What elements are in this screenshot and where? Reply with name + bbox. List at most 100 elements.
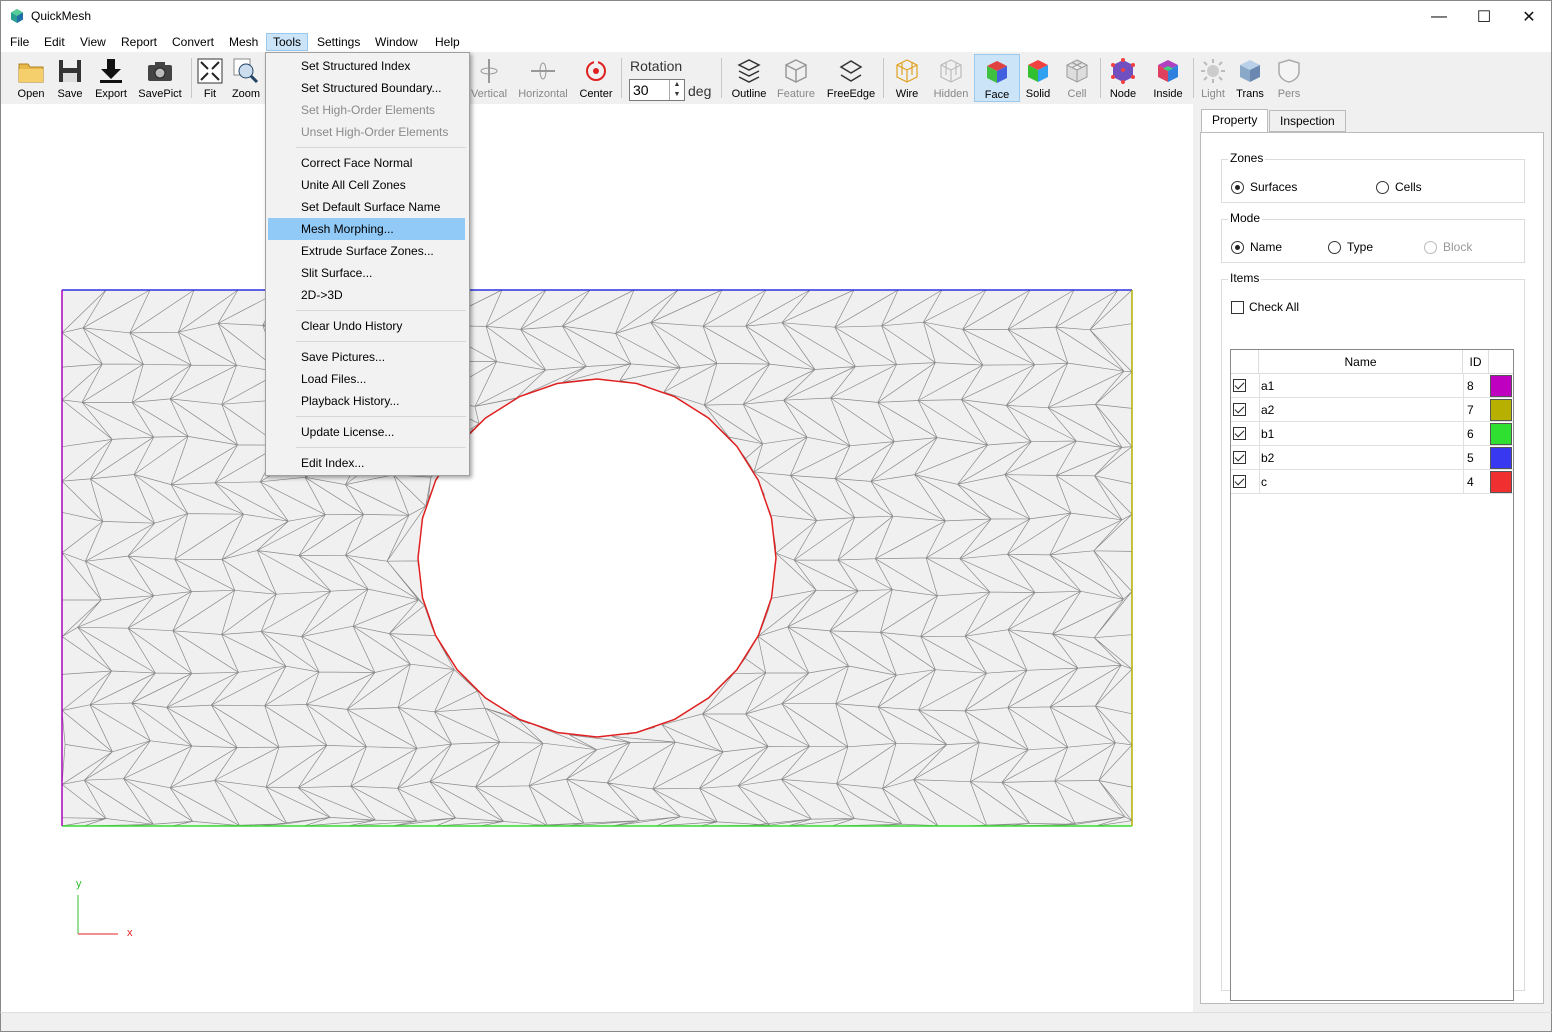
row-checkbox[interactable] [1233,403,1246,416]
center-button[interactable]: Center [575,54,617,102]
row-color-swatch[interactable] [1490,375,1512,397]
menu-file[interactable]: File [4,33,35,51]
hidden-button[interactable]: Hidden [929,54,973,102]
mode-group: Mode Name Type Block [1221,211,1525,263]
face-button[interactable]: Face [974,54,1020,102]
radio-circle[interactable] [1424,240,1437,254]
zones-title: Zones [1228,151,1266,165]
column-header-name[interactable]: Name [1259,350,1463,374]
menu-convert[interactable]: Convert [166,33,220,51]
minimize-button[interactable]: — [1416,1,1462,32]
cell-button[interactable]: Cell [1059,54,1095,102]
radio-surfaces[interactable]: Surfaces [1231,180,1297,194]
spin-up-icon[interactable]: ▲ [670,80,684,90]
menu-edit[interactable]: Edit [38,33,71,51]
menu-item-correct-face-normal[interactable]: Correct Face Normal [268,152,465,174]
table-row[interactable]: c4 [1231,470,1513,494]
export-button[interactable]: Export [91,54,131,102]
outline-button[interactable]: Outline [728,54,770,102]
table-row[interactable]: a2 7 [1231,398,1513,422]
menu-mesh[interactable]: Mesh [223,33,264,51]
row-checkbox[interactable] [1233,427,1246,440]
zoom-button[interactable]: Zoom [229,54,263,102]
radio-name[interactable]: Name [1231,240,1282,254]
save-button[interactable]: Save [51,54,89,102]
menu-item-extrude-surface-zones[interactable]: Extrude Surface Zones... [268,240,465,262]
radio-cells[interactable]: Cells [1376,180,1422,194]
light-button[interactable]: Light [1197,54,1229,102]
tab-property[interactable]: Property [1201,109,1269,133]
menu-item-set-structured-index[interactable]: Set Structured Index [268,55,465,77]
row-checkbox[interactable] [1233,451,1246,464]
menu-window[interactable]: Window [369,33,424,51]
solid-button[interactable]: Solid [1021,54,1055,102]
maximize-button[interactable]: ☐ [1461,1,1507,32]
menu-separator [296,341,466,342]
mode-title: Mode [1228,211,1263,225]
cell-divider [1463,398,1464,422]
node-button[interactable]: Node [1104,54,1142,102]
menu-help[interactable]: Help [429,33,466,51]
radio-circle[interactable] [1376,180,1389,194]
tab-inspection[interactable]: Inspection [1269,110,1346,132]
row-checkbox[interactable] [1233,475,1246,488]
row-color-swatch[interactable] [1490,399,1512,421]
mesh-canvas[interactable]: y x [1,104,1193,1012]
menu-item-edit-index[interactable]: Edit Index... [268,452,465,474]
menu-view[interactable]: View [74,33,112,51]
row-checkbox[interactable] [1233,379,1246,392]
trans-button[interactable]: Trans [1231,54,1269,102]
pers-button[interactable]: Pers [1271,54,1307,102]
open-button[interactable]: Open [11,54,51,102]
row-color-swatch[interactable] [1490,423,1512,445]
toolbar: Open Save Export SavePict Fit Zoom Verti… [0,52,1552,104]
menu-item-load-files[interactable]: Load Files... [268,368,465,390]
menu-separator [296,416,466,417]
menu-item-update-license[interactable]: Update License... [268,421,465,443]
close-button[interactable]: ✕ [1506,1,1552,32]
table-row[interactable]: b2 5 [1231,446,1513,470]
row-color-swatch[interactable] [1490,447,1512,469]
feature-button[interactable]: Feature [774,54,818,102]
menu-item-clear-undo-history[interactable]: Clear Undo History [268,315,465,337]
row-color-swatch[interactable] [1490,471,1512,493]
wire-button[interactable]: Wire [887,54,927,102]
free-edge-icon [839,60,863,82]
menu-tools[interactable]: Tools [266,33,309,51]
rotation-spinner[interactable]: ▲ ▼ [669,80,684,100]
radio-circle[interactable] [1231,240,1244,254]
radio-type[interactable]: Type [1328,240,1373,254]
row-id: 4 [1467,475,1474,489]
menu-item-set-structured-boundary[interactable]: Set Structured Boundary... [268,77,465,99]
menu-item-save-pictures[interactable]: Save Pictures... [268,346,465,368]
menu-item-2d-to-3d[interactable]: 2D->3D [268,284,465,306]
axis-x-label: x [127,927,133,939]
radio-circle[interactable] [1328,240,1341,254]
cell-divider [1259,398,1260,422]
menu-item-mesh-morphing[interactable]: Mesh Morphing... [268,218,465,240]
check-all-checkbox[interactable] [1231,300,1244,314]
savepict-button[interactable]: SavePict [135,54,185,102]
menu-item-slit-surface[interactable]: Slit Surface... [268,262,465,284]
menu-item-unite-all-cell-zones[interactable]: Unite All Cell Zones [268,174,465,196]
vertical-button[interactable]: Vertical [467,54,511,102]
inside-button[interactable]: Inside [1147,54,1189,102]
menu-report[interactable]: Report [115,33,163,51]
menu-settings[interactable]: Settings [311,33,366,51]
rotation-label: Rotation [630,58,683,74]
menu-separator [296,147,466,148]
spin-down-icon[interactable]: ▼ [670,90,684,100]
horizontal-button[interactable]: Horizontal [515,54,571,102]
items-table[interactable]: Name ID a1 8 a2 7 b1 6 b2 5 c 4 [1230,349,1514,1001]
fit-button[interactable]: Fit [195,54,225,102]
menu-item-playback-history[interactable]: Playback History... [268,390,465,412]
table-row[interactable]: a1 8 [1231,374,1513,398]
freeedge-button[interactable]: FreeEdge [824,54,878,102]
radio-block[interactable]: Block [1424,240,1472,254]
table-row[interactable]: b1 6 [1231,422,1513,446]
radio-circle[interactable] [1231,180,1244,194]
column-header-id[interactable]: ID [1463,350,1489,374]
menu-item-set-default-surface-name[interactable]: Set Default Surface Name [268,196,465,218]
graphics-viewport[interactable]: y x [0,104,1193,1012]
check-all[interactable]: Check All [1231,300,1299,314]
